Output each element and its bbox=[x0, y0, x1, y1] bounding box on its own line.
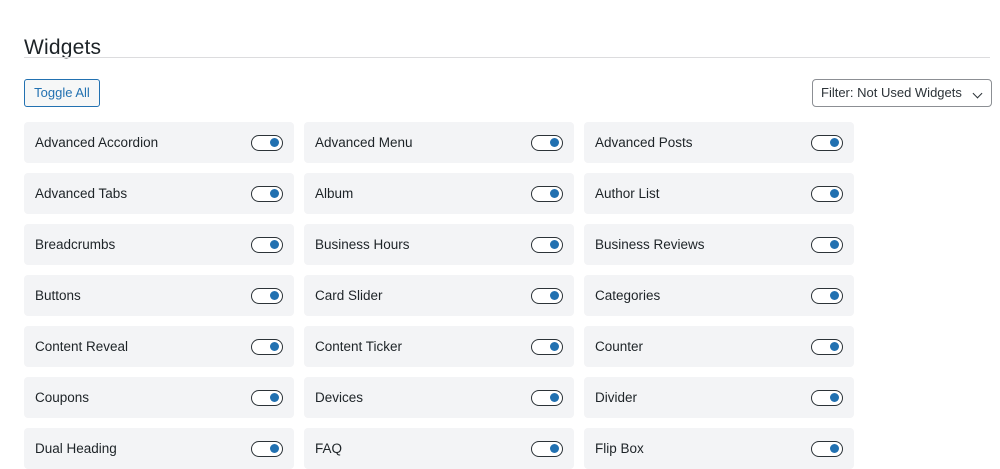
widget-label: Advanced Menu bbox=[315, 135, 413, 150]
toggle-knob bbox=[550, 291, 559, 300]
widget-toggle[interactable] bbox=[531, 237, 563, 253]
widget-toggle[interactable] bbox=[251, 288, 283, 304]
widget-label: Business Reviews bbox=[595, 237, 705, 252]
widget-card: Breadcrumbs bbox=[24, 224, 294, 265]
widget-card: Content Reveal bbox=[24, 326, 294, 367]
toggle-all-button[interactable]: Toggle All bbox=[24, 79, 100, 107]
widget-label: Flip Box bbox=[595, 441, 644, 456]
widget-toggle[interactable] bbox=[811, 288, 843, 304]
toggle-knob bbox=[270, 444, 279, 453]
widget-toggle[interactable] bbox=[531, 339, 563, 355]
widget-toggle[interactable] bbox=[531, 186, 563, 202]
widget-label: Devices bbox=[315, 390, 364, 405]
widget-label: Business Hours bbox=[315, 237, 410, 252]
title-divider bbox=[24, 57, 990, 58]
widget-toggle[interactable] bbox=[811, 390, 843, 406]
toggle-knob bbox=[830, 138, 839, 147]
widget-label: Advanced Tabs bbox=[35, 186, 128, 201]
toggle-knob bbox=[830, 444, 839, 453]
widget-card: Card Slider bbox=[304, 275, 574, 316]
toggle-knob bbox=[830, 189, 839, 198]
widget-card: Album bbox=[304, 173, 574, 214]
toggle-knob bbox=[550, 342, 559, 351]
widget-card: Divider bbox=[584, 377, 854, 418]
toggle-knob bbox=[270, 342, 279, 351]
widget-label: Buttons bbox=[35, 288, 81, 303]
widget-label: Card Slider bbox=[315, 288, 383, 303]
widget-toggle[interactable] bbox=[531, 135, 563, 151]
chevron-down-icon bbox=[972, 88, 983, 99]
widget-card: Business Hours bbox=[304, 224, 574, 265]
widget-grid: Advanced Accordion Advanced Menu Advance… bbox=[24, 122, 854, 469]
widget-card: Flip Box bbox=[584, 428, 854, 469]
widget-toggle[interactable] bbox=[811, 339, 843, 355]
widget-card: Advanced Posts bbox=[584, 122, 854, 163]
widget-label: Dual Heading bbox=[35, 441, 117, 456]
widget-label: Advanced Posts bbox=[595, 135, 693, 150]
widget-label: Counter bbox=[595, 339, 644, 354]
widget-card: Categories bbox=[584, 275, 854, 316]
widget-label: Advanced Accordion bbox=[35, 135, 159, 150]
toggle-knob bbox=[830, 342, 839, 351]
widget-label: Breadcrumbs bbox=[35, 237, 116, 252]
toggle-knob bbox=[550, 444, 559, 453]
widget-toggle[interactable] bbox=[251, 441, 283, 457]
widget-label: Content Ticker bbox=[315, 339, 403, 354]
widget-card: Counter bbox=[584, 326, 854, 367]
widget-card: Advanced Accordion bbox=[24, 122, 294, 163]
toggle-knob bbox=[550, 138, 559, 147]
widget-filter-select[interactable]: Filter: Not Used Widgets bbox=[812, 79, 992, 107]
toggle-knob bbox=[270, 189, 279, 198]
widget-card: Advanced Menu bbox=[304, 122, 574, 163]
widget-toggle[interactable] bbox=[531, 288, 563, 304]
widget-toggle[interactable] bbox=[811, 186, 843, 202]
widget-toggle[interactable] bbox=[811, 237, 843, 253]
toggle-knob bbox=[550, 393, 559, 402]
widget-toggle[interactable] bbox=[251, 390, 283, 406]
widget-label: Divider bbox=[595, 390, 638, 405]
widget-toggle[interactable] bbox=[251, 186, 283, 202]
widget-card: Buttons bbox=[24, 275, 294, 316]
widget-toggle[interactable] bbox=[811, 441, 843, 457]
widget-label: Album bbox=[315, 186, 354, 201]
widget-toggle[interactable] bbox=[251, 237, 283, 253]
toggle-knob bbox=[830, 291, 839, 300]
widget-toggle[interactable] bbox=[531, 441, 563, 457]
widget-card: Business Reviews bbox=[584, 224, 854, 265]
toggle-knob bbox=[270, 393, 279, 402]
widget-toggle[interactable] bbox=[811, 135, 843, 151]
widget-toggle[interactable] bbox=[251, 339, 283, 355]
widget-card: Author List bbox=[584, 173, 854, 214]
widget-card: Coupons bbox=[24, 377, 294, 418]
toggle-knob bbox=[550, 240, 559, 249]
widget-card: Content Ticker bbox=[304, 326, 574, 367]
toggle-knob bbox=[270, 291, 279, 300]
widget-card: Advanced Tabs bbox=[24, 173, 294, 214]
widget-toggle[interactable] bbox=[251, 135, 283, 151]
widget-label: Categories bbox=[595, 288, 661, 303]
filter-label: Filter: Not Used Widgets bbox=[821, 85, 962, 100]
widget-card: FAQ bbox=[304, 428, 574, 469]
toggle-knob bbox=[270, 138, 279, 147]
widget-label: Coupons bbox=[35, 390, 90, 405]
toggle-knob bbox=[830, 240, 839, 249]
widget-card: Dual Heading bbox=[24, 428, 294, 469]
toggle-knob bbox=[550, 189, 559, 198]
toggle-knob bbox=[830, 393, 839, 402]
widget-label: FAQ bbox=[315, 441, 343, 456]
widget-label: Author List bbox=[595, 186, 660, 201]
widget-label: Content Reveal bbox=[35, 339, 129, 354]
widget-card: Devices bbox=[304, 377, 574, 418]
toggle-knob bbox=[270, 240, 279, 249]
widget-toggle[interactable] bbox=[531, 390, 563, 406]
